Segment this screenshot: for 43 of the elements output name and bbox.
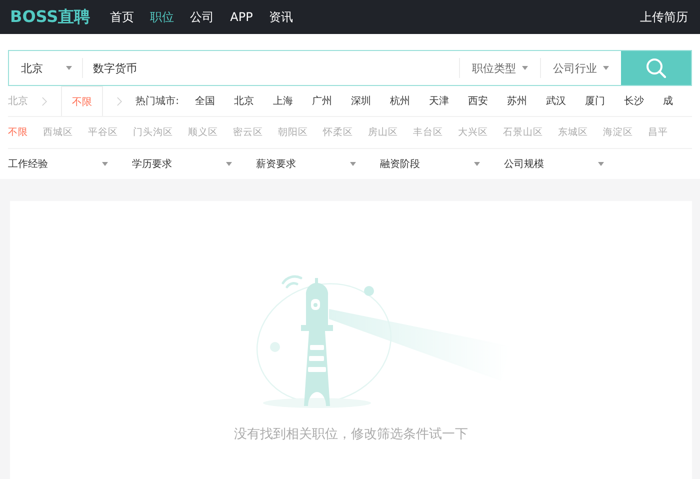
city-link[interactable]: 广州 (312, 94, 332, 108)
city-link[interactable]: 厦门 (585, 94, 605, 108)
filter-dropdown[interactable]: 公司规模 (504, 157, 628, 171)
caret-icon (474, 162, 480, 166)
nav-link[interactable]: 首页 (110, 8, 134, 26)
search-icon (646, 58, 666, 78)
nav-link[interactable]: APP (230, 10, 253, 24)
city-link[interactable]: 苏州 (507, 94, 527, 108)
city-link[interactable]: 全国 (195, 94, 215, 108)
city-link[interactable]: 北京 (234, 94, 254, 108)
caret-icon (66, 66, 72, 70)
city-link[interactable]: 成 (663, 94, 673, 108)
empty-message: 没有找到相关职位，修改筛选条件试一下 (234, 426, 468, 443)
city-link[interactable]: 深圳 (351, 94, 371, 108)
city-dropdown[interactable]: 北京 (9, 58, 83, 78)
hot-cities-label: 热门城市: (136, 94, 179, 108)
filter-dropdown[interactable]: 职位类型 (459, 58, 540, 78)
filter-dropdown[interactable]: 工作经验 (8, 157, 132, 171)
search-button[interactable] (621, 51, 691, 85)
caret-icon (598, 162, 604, 166)
caret-icon (522, 66, 528, 70)
nav-link[interactable]: 资讯 (268, 8, 293, 26)
logo[interactable]: BOSS直聘 (10, 6, 90, 28)
filter-dropdown[interactable]: 融资阶段 (380, 157, 504, 171)
search-bar[interactable]: 北京 数字货币 职位类型 公司行业 (8, 50, 692, 86)
city-link[interactable]: 长沙 (624, 94, 644, 108)
chevron-right-icon (116, 96, 122, 106)
filter-dropdown[interactable]: 薪资要求 (256, 157, 380, 171)
caret-icon (226, 162, 232, 166)
city-link[interactable]: 西安 (468, 94, 488, 108)
nav-link[interactable]: 职位 (150, 8, 174, 26)
city-link[interactable]: 武汉 (546, 94, 566, 108)
city-link[interactable]: 天津 (429, 94, 449, 108)
upload-resume-link[interactable]: 上传简历 (640, 8, 688, 26)
chevron-right-icon (42, 96, 47, 106)
nav-link[interactable]: 公司 (190, 8, 214, 26)
caret-icon (603, 66, 609, 70)
city-link[interactable]: 上海 (273, 94, 293, 108)
filter-dropdown[interactable]: 学历要求 (132, 157, 256, 171)
caret-icon (350, 162, 356, 166)
search-field[interactable]: 数字货币 (83, 54, 459, 82)
city-link[interactable]: 杭州 (390, 94, 410, 108)
caret-icon (102, 162, 108, 166)
